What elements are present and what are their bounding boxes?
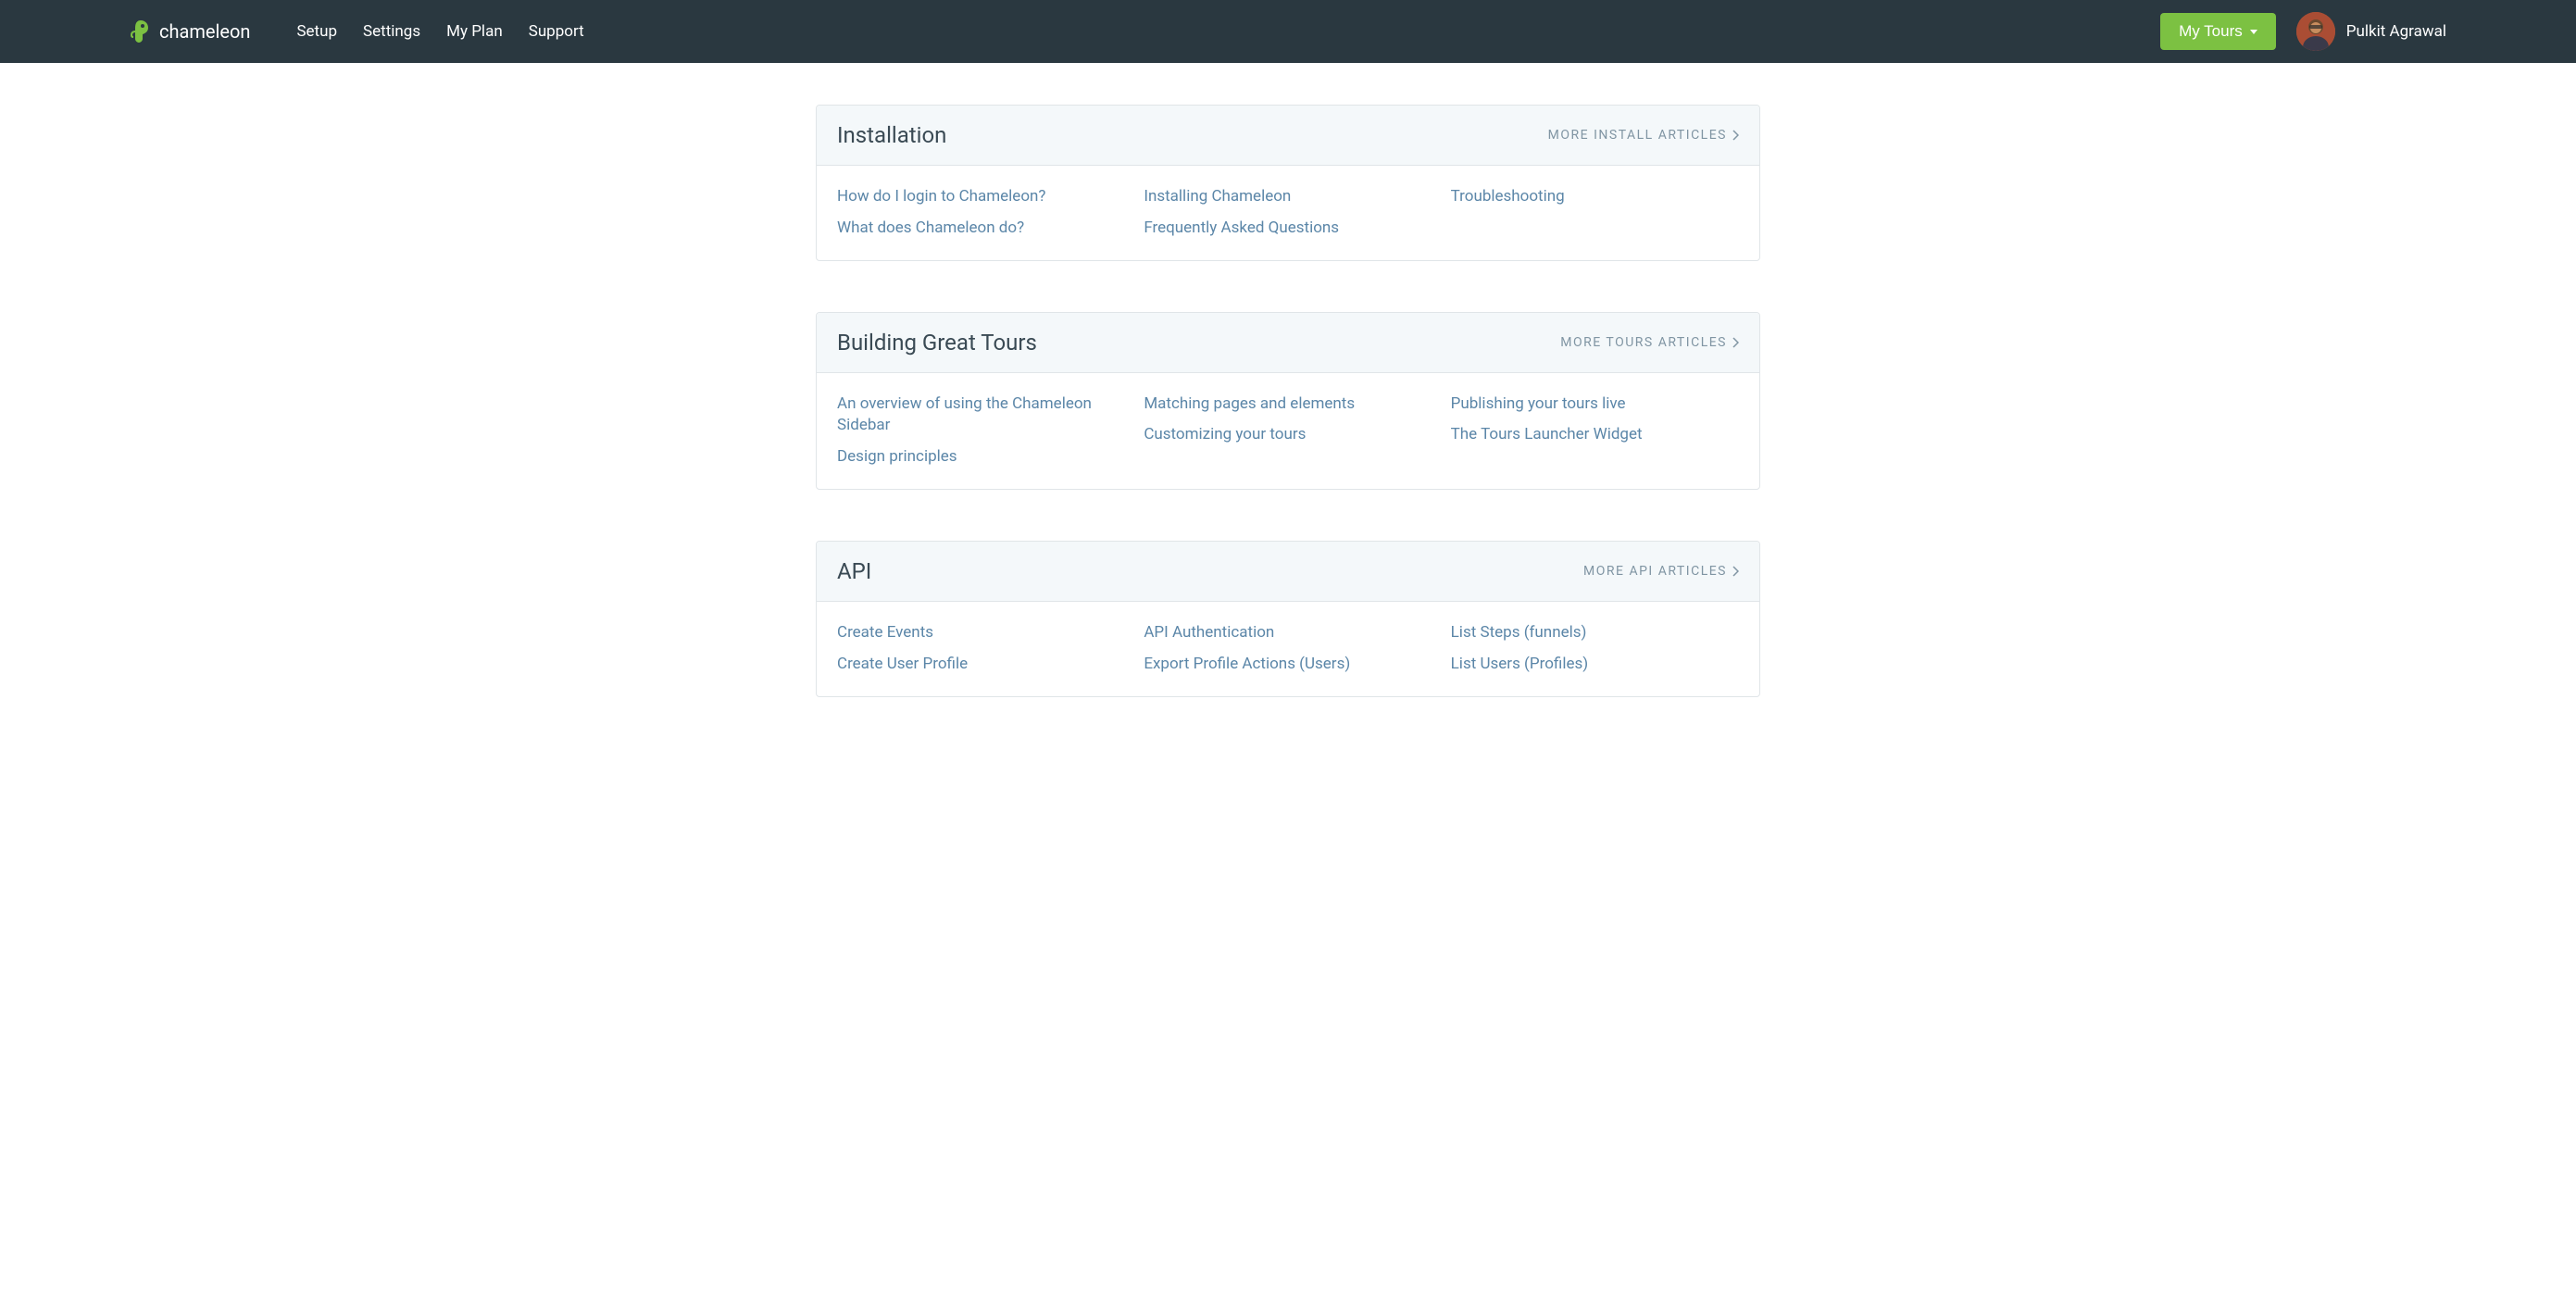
logo-text: chameleon — [159, 20, 250, 43]
card-header: API MORE API ARTICLES — [817, 542, 1759, 602]
article-link[interactable]: Troubleshooting — [1451, 186, 1739, 208]
article-link[interactable]: Publishing your tours live — [1451, 393, 1739, 416]
article-link[interactable]: Design principles — [837, 446, 1125, 468]
section-building-tours: Building Great Tours MORE TOURS ARTICLES… — [816, 312, 1760, 490]
card-body: How do I login to Chameleon? What does C… — [817, 166, 1759, 260]
article-link[interactable]: How do I login to Chameleon? — [837, 186, 1125, 208]
article-link[interactable]: The Tours Launcher Widget — [1451, 424, 1739, 446]
more-install-articles-link[interactable]: MORE INSTALL ARTICLES — [1548, 128, 1739, 143]
chevron-right-icon — [1732, 130, 1739, 141]
article-link[interactable]: Frequently Asked Questions — [1144, 218, 1432, 240]
link-column: Matching pages and elements Customizing … — [1144, 393, 1432, 468]
my-tours-label: My Tours — [2179, 22, 2243, 41]
more-tours-articles-link[interactable]: MORE TOURS ARTICLES — [1560, 335, 1739, 350]
article-link[interactable]: Matching pages and elements — [1144, 393, 1432, 416]
card-header: Installation MORE INSTALL ARTICLES — [817, 106, 1759, 166]
article-link[interactable]: What does Chameleon do? — [837, 218, 1125, 240]
nav-left: chameleon Setup Settings My Plan Support — [130, 19, 584, 44]
main-content: Installation MORE INSTALL ARTICLES How d… — [816, 63, 1760, 790]
card-title: Installation — [837, 122, 946, 148]
link-column: Publishing your tours live The Tours Lau… — [1451, 393, 1739, 468]
avatar — [2296, 12, 2335, 51]
link-column: Installing Chameleon Frequently Asked Qu… — [1144, 186, 1432, 240]
more-link-label: MORE API ARTICLES — [1583, 564, 1727, 579]
card-body: An overview of using the Chameleon Sideb… — [817, 373, 1759, 489]
article-link[interactable]: An overview of using the Chameleon Sideb… — [837, 393, 1125, 438]
article-link[interactable]: API Authentication — [1144, 622, 1432, 644]
more-api-articles-link[interactable]: MORE API ARTICLES — [1583, 564, 1739, 579]
logo[interactable]: chameleon — [130, 19, 250, 44]
link-column: List Steps (funnels) List Users (Profile… — [1451, 622, 1739, 676]
nav-link-setup[interactable]: Setup — [296, 22, 337, 41]
section-api: API MORE API ARTICLES Create Events Crea… — [816, 541, 1760, 697]
section-installation: Installation MORE INSTALL ARTICLES How d… — [816, 105, 1760, 261]
article-link[interactable]: List Users (Profiles) — [1451, 654, 1739, 676]
caret-down-icon — [2250, 30, 2257, 34]
user-menu[interactable]: Pulkit Agrawal — [2296, 12, 2446, 51]
link-column: Troubleshooting — [1451, 186, 1739, 240]
nav-links: Setup Settings My Plan Support — [296, 22, 583, 41]
card-body: Create Events Create User Profile API Au… — [817, 602, 1759, 696]
user-name: Pulkit Agrawal — [2346, 22, 2446, 41]
nav-link-support[interactable]: Support — [529, 22, 584, 41]
chevron-right-icon — [1732, 337, 1739, 348]
link-column: An overview of using the Chameleon Sideb… — [837, 393, 1125, 468]
card-header: Building Great Tours MORE TOURS ARTICLES — [817, 313, 1759, 373]
article-link[interactable]: Create Events — [837, 622, 1125, 644]
article-link[interactable]: Customizing your tours — [1144, 424, 1432, 446]
nav-link-my-plan[interactable]: My Plan — [446, 22, 503, 41]
chameleon-icon — [130, 19, 152, 44]
my-tours-button[interactable]: My Tours — [2160, 13, 2276, 50]
article-link[interactable]: List Steps (funnels) — [1451, 622, 1739, 644]
card-title: API — [837, 558, 871, 584]
nav-right: My Tours Pulkit Agrawal — [2160, 12, 2446, 51]
more-link-label: MORE INSTALL ARTICLES — [1548, 128, 1727, 143]
link-column: Create Events Create User Profile — [837, 622, 1125, 676]
nav-link-settings[interactable]: Settings — [363, 22, 420, 41]
article-link[interactable]: Installing Chameleon — [1144, 186, 1432, 208]
card-title: Building Great Tours — [837, 330, 1037, 356]
chevron-right-icon — [1732, 566, 1739, 577]
link-column: How do I login to Chameleon? What does C… — [837, 186, 1125, 240]
top-nav: chameleon Setup Settings My Plan Support… — [0, 0, 2576, 63]
article-link[interactable]: Export Profile Actions (Users) — [1144, 654, 1432, 676]
more-link-label: MORE TOURS ARTICLES — [1560, 335, 1727, 350]
article-link[interactable]: Create User Profile — [837, 654, 1125, 676]
link-column: API Authentication Export Profile Action… — [1144, 622, 1432, 676]
